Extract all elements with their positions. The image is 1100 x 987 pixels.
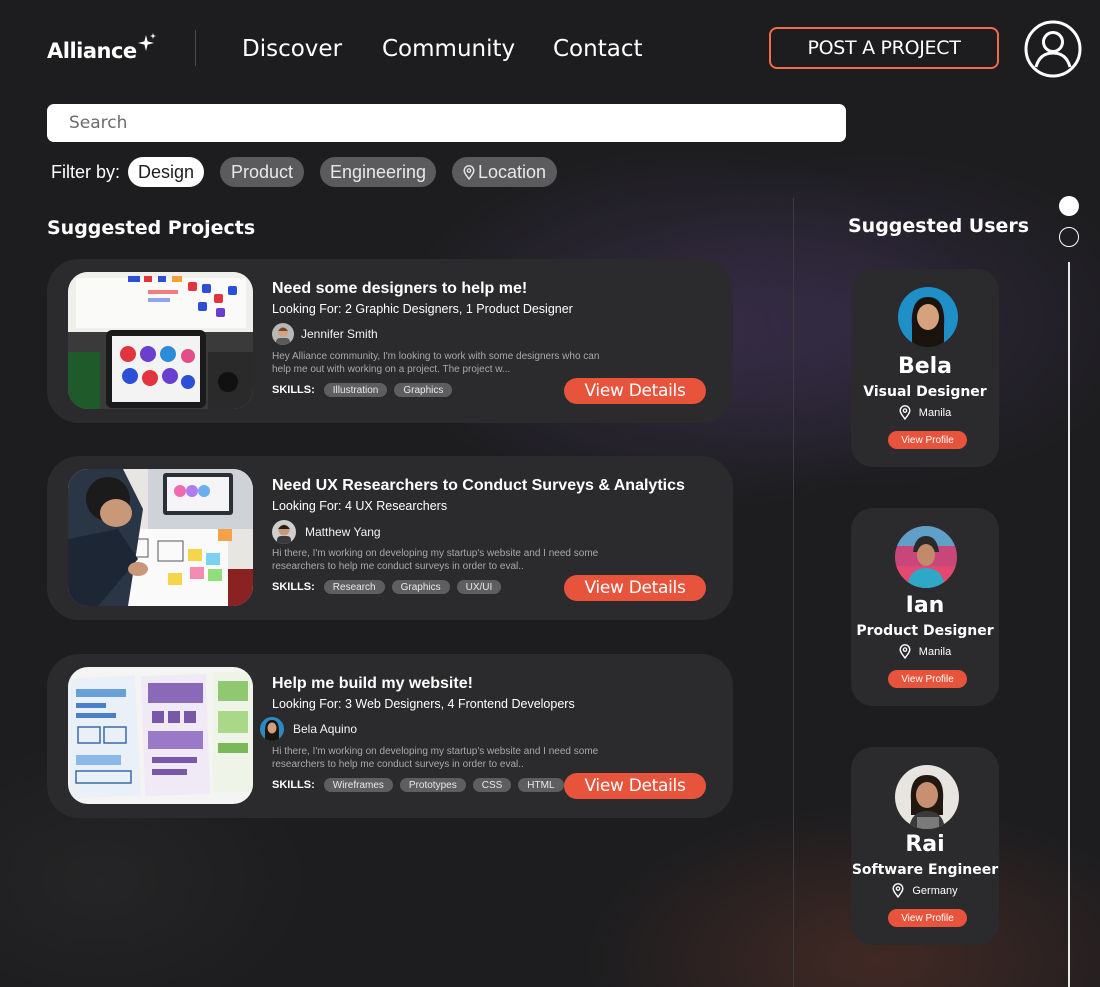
project-title[interactable]: Help me build my website! xyxy=(272,675,473,693)
user-location: Germany xyxy=(851,883,999,898)
avatar xyxy=(260,717,284,741)
logo-text: Alliance xyxy=(47,39,137,63)
project-card[interactable]: Need some designers to help me! Looking … xyxy=(47,259,733,423)
alliance-logo[interactable]: Alliance xyxy=(47,33,156,66)
view-details-button[interactable]: View Details xyxy=(564,773,706,799)
sparkle-icon xyxy=(137,33,156,51)
scroll-track[interactable] xyxy=(1068,262,1070,987)
user-name: Rai xyxy=(905,832,945,857)
project-title[interactable]: Need UX Researchers to Conduct Surveys &… xyxy=(272,477,685,495)
chip-label: Design xyxy=(137,161,195,182)
user-location: Manila xyxy=(851,644,999,659)
user-profile-icon[interactable] xyxy=(1024,20,1082,78)
user-location: Manila xyxy=(851,405,999,420)
skill-tag[interactable]: HTML xyxy=(518,778,564,792)
project-title[interactable]: Need some designers to help me! xyxy=(272,280,527,298)
user-avatar xyxy=(898,287,958,347)
skill-tag[interactable]: Research xyxy=(323,580,385,594)
location-label: Germany xyxy=(912,884,958,897)
search-bar[interactable] xyxy=(47,104,846,142)
page-indicator-2[interactable] xyxy=(1059,227,1079,247)
nav-contact[interactable]: Contact xyxy=(553,33,642,65)
project-skills: SKILLS: Illustration Graphics xyxy=(272,383,459,397)
location-label: Manila xyxy=(918,406,952,419)
avatar xyxy=(272,323,294,345)
skills-label: SKILLS: xyxy=(272,581,315,593)
project-skills: SKILLS: Research Graphics UX/UI xyxy=(272,580,508,594)
filter-chip-location[interactable]: Location xyxy=(452,157,557,187)
view-details-button[interactable]: View Details xyxy=(564,575,706,601)
user-name: Bela xyxy=(897,354,953,379)
author-name: Matthew Yang xyxy=(305,525,381,539)
location-pin-icon xyxy=(892,883,904,898)
filter-chip-engineering[interactable]: Engineering xyxy=(320,157,436,187)
project-author[interactable]: Jennifer Smith xyxy=(272,323,378,345)
location-pin-icon xyxy=(899,405,911,420)
filter-chip-design[interactable]: Design xyxy=(128,157,204,187)
project-description: Hi there, I'm working on developing my s… xyxy=(272,746,599,770)
skill-tag[interactable]: Prototypes xyxy=(399,778,466,792)
column-divider xyxy=(793,198,794,987)
chip-label: Location xyxy=(477,161,547,182)
project-author[interactable]: Bela Aquino xyxy=(260,717,357,741)
author-name: Jennifer Smith xyxy=(301,327,378,341)
skills-label: SKILLS: xyxy=(272,384,315,396)
skill-tag[interactable]: UX/UI xyxy=(456,580,502,594)
skill-tag[interactable]: Wireframes xyxy=(323,778,393,792)
user-role: Software Engineer xyxy=(851,862,999,878)
avatar xyxy=(272,520,296,544)
view-profile-button[interactable]: View Profile xyxy=(888,431,967,449)
project-description: Hi there, I'm working on developing my s… xyxy=(272,548,599,572)
project-looking-for: Looking For: 3 Web Designers, 4 Frontend… xyxy=(272,697,575,711)
user-card[interactable]: Bela Visual Designer Manila View Profile xyxy=(851,269,999,467)
nav-community[interactable]: Community xyxy=(382,33,515,65)
project-skills: SKILLS: Wireframes Prototypes CSS HTML xyxy=(272,778,571,792)
view-profile-button[interactable]: View Profile xyxy=(888,670,967,688)
location-pin-icon xyxy=(899,644,911,659)
user-name: Ian xyxy=(905,593,945,618)
user-card[interactable]: Ian Product Designer Manila View Profile xyxy=(851,508,999,706)
location-label: Manila xyxy=(918,645,952,658)
project-author[interactable]: Matthew Yang xyxy=(272,520,381,544)
view-profile-button[interactable]: View Profile xyxy=(888,909,967,927)
project-thumbnail xyxy=(68,469,253,606)
project-card[interactable]: Help me build my website! Looking For: 3… xyxy=(47,654,733,818)
project-looking-for: Looking For: 4 UX Researchers xyxy=(272,499,448,513)
chip-label: Engineering xyxy=(329,161,427,182)
user-avatar xyxy=(895,526,957,588)
view-details-button[interactable]: View Details xyxy=(564,378,706,404)
search-input[interactable] xyxy=(67,112,811,134)
project-looking-for: Looking For: 2 Graphic Designers, 1 Prod… xyxy=(272,302,573,316)
skill-tag[interactable]: Illustration xyxy=(323,383,388,397)
skill-tag[interactable]: Graphics xyxy=(391,580,450,594)
post-project-button[interactable]: POST A PROJECT xyxy=(769,27,999,69)
user-avatar xyxy=(895,765,959,829)
filter-chip-product[interactable]: Product xyxy=(220,157,304,187)
header-divider xyxy=(195,30,196,66)
suggested-projects-title: Suggested Projects xyxy=(47,217,256,239)
user-role: Product Designer xyxy=(856,623,994,639)
location-pin-icon xyxy=(463,164,475,180)
filter-label: Filter by: xyxy=(51,162,121,182)
chip-label: Product xyxy=(230,161,294,182)
project-card[interactable]: Need UX Researchers to Conduct Surveys &… xyxy=(47,456,733,620)
skill-tag[interactable]: Graphics xyxy=(394,383,453,397)
author-name: Bela Aquino xyxy=(293,722,358,736)
user-card[interactable]: Rai Software Engineer Germany View Profi… xyxy=(851,747,999,945)
skill-tag[interactable]: CSS xyxy=(472,778,512,792)
page-indicator-1[interactable] xyxy=(1059,196,1079,216)
skills-label: SKILLS: xyxy=(272,779,315,791)
project-thumbnail xyxy=(68,667,253,804)
project-thumbnail xyxy=(68,272,253,409)
nav-discover[interactable]: Discover xyxy=(242,33,342,65)
suggested-users-title: Suggested Users xyxy=(848,215,1030,237)
user-role: Visual Designer xyxy=(863,384,987,400)
project-description: Hey Alliance community, I'm looking to w… xyxy=(272,351,600,375)
